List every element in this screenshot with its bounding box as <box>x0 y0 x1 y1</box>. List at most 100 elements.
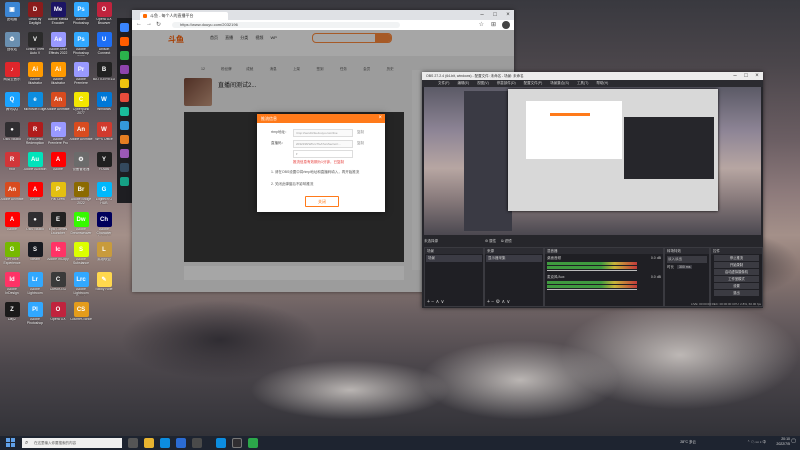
notification-icon[interactable]: ▢ <box>791 439 796 444</box>
file-explorer-icon[interactable] <box>144 438 154 448</box>
copy-link[interactable]: 复制 <box>357 130 364 135</box>
desktop-icon[interactable]: An Adobe Animate <box>0 182 24 212</box>
sidebar-app-icon[interactable] <box>120 37 129 46</box>
desktop-icon[interactable]: ♻ 回收站 <box>0 32 24 62</box>
desktop-icon[interactable]: R Riot <box>0 152 24 182</box>
virtual-camera-button[interactable]: 启动虚拟摄像机 <box>714 269 759 275</box>
desktop-icon[interactable]: Br Adobe Bridge 2022 <box>69 182 93 212</box>
desktop-icon[interactable]: Pr Adobe Premiere <box>69 62 93 92</box>
desktop-icon[interactable]: Id Adobe InDesign <box>0 272 24 302</box>
menu-item[interactable]: 停靠部件(D) <box>497 81 516 85</box>
volume-slider[interactable] <box>547 289 637 290</box>
desktop-icon[interactable]: B BATTLEFIELD <box>92 62 116 92</box>
desktop-icon[interactable]: CS Counter-Strike <box>69 302 93 332</box>
transition-select[interactable]: 淡入淡出 <box>667 256 707 263</box>
obs-running-icon[interactable] <box>232 438 242 448</box>
desktop-icon[interactable]: O Opera GX Browser <box>92 2 116 32</box>
address-bar[interactable]: https://www.douyu.com/2032196 <box>172 22 400 28</box>
weather-widget[interactable]: 28°C 多云 <box>680 440 696 445</box>
tray-icons[interactable]: ⌃ ☁ ▭ ♪ 中 <box>747 440 766 445</box>
close-icon[interactable]: × <box>751 72 763 80</box>
edge-running-icon[interactable] <box>216 438 226 448</box>
settings-button[interactable]: 设置 <box>714 283 759 289</box>
desktop-icon[interactable]: G GeForce Experience <box>0 242 24 272</box>
back-icon[interactable]: ← <box>136 21 142 27</box>
stream-select[interactable]: ▾ <box>293 150 353 158</box>
sidebar-app-icon[interactable] <box>120 107 129 116</box>
desktop-icon[interactable]: Pl Adobe Photoshop <box>23 302 47 332</box>
desktop-icon[interactable]: ♪ 网易云音乐 <box>0 62 24 92</box>
desktop-icon[interactable]: S Adobe Substance <box>69 242 93 272</box>
volume-slider[interactable] <box>547 270 637 271</box>
desktop-icon[interactable]: C Cursor-GO <box>46 272 70 302</box>
studio-mode-button[interactable]: 工作室模式 <box>714 276 759 282</box>
desktop-icon[interactable]: ChAdobe Character Animator <box>92 212 116 242</box>
desktop-icon[interactable]: O Opera GX <box>46 302 70 332</box>
desktop-icon[interactable]: An Adobe Animate <box>46 92 70 122</box>
stop-streaming-button[interactable]: 停止推流 <box>714 255 759 261</box>
extensions-icon[interactable]: ⊞ <box>491 21 496 28</box>
mail-icon[interactable] <box>176 438 186 448</box>
properties-icon[interactable]: ⚙ 属性 <box>485 239 496 243</box>
close-icon[interactable]: × <box>502 10 514 20</box>
desktop-icon[interactable]: Ai Adobe Illustrator <box>23 62 47 92</box>
desktop-icon[interactable]: R Red Dead Redemption <box>23 122 47 152</box>
sidebar-app-icon[interactable] <box>120 65 129 74</box>
desktop-icon[interactable]: Z DayZ <box>0 302 24 332</box>
desktop-icon[interactable]: D Dead by Daylight <box>23 2 47 32</box>
desktop-icon[interactable]: An Adobe Animate <box>69 122 93 152</box>
desktop-icon[interactable]: Lr Adobe Lightroom <box>23 272 47 302</box>
desktop-icon[interactable]: Dw Adobe Dreamweaver <box>69 212 93 242</box>
desktop-icon[interactable]: S Steam <box>23 242 47 272</box>
sidebar-app-icon[interactable] <box>120 163 129 172</box>
menu-item[interactable]: 工具(T) <box>577 81 588 85</box>
taskbar-search-input[interactable]: ⌕ 在这里输入你要搜索的内容 <box>22 438 122 448</box>
menu-item[interactable]: 帮助(H) <box>596 81 608 85</box>
desktop-icon[interactable]: A Adobe <box>23 182 47 212</box>
desktop-icon[interactable]: A Adobe <box>0 212 24 242</box>
desktop-icon[interactable]: Ps Adobe Photoshop <box>69 2 93 32</box>
desktop-icon[interactable]: P Pal Crew <box>46 182 70 212</box>
sidebar-app-icon[interactable] <box>120 23 129 32</box>
desktop-icon[interactable]: ● OBS Studio <box>23 212 47 242</box>
menu-item[interactable]: 视图(V) <box>477 81 489 85</box>
desktop-icon[interactable]: e Microsoft Edge <box>23 92 47 122</box>
stream-key-field[interactable]: 2032196rWKcx7fsA?wsSecret=... <box>293 140 353 148</box>
clock[interactable]: 20:10 2022/7/5 <box>768 437 790 447</box>
menu-item[interactable]: 文件(F) <box>438 81 449 85</box>
rtmp-field[interactable]: rtmp://sendtc3a.douyu.com/live <box>293 129 353 137</box>
menu-item[interactable]: 配置文件(P) <box>524 81 543 85</box>
profile-avatar[interactable] <box>502 21 510 29</box>
desktop-icon[interactable]: W Windows <box>92 92 116 122</box>
obs-preview[interactable] <box>424 87 761 235</box>
refresh-icon[interactable]: ↻ <box>156 21 161 28</box>
desktop-icon[interactable]: U Ubisoft Connect <box>92 32 116 62</box>
forward-icon[interactable]: → <box>146 21 152 27</box>
desktop-icon[interactable]: LrcAdobe Lightroom Classic <box>69 272 93 302</box>
task-view-icon[interactable] <box>128 438 138 448</box>
sidebar-app-icon[interactable] <box>120 121 129 130</box>
windows-start-icon[interactable] <box>6 438 16 448</box>
desktop-icon[interactable]: A Adobe <box>46 152 70 182</box>
menu-item[interactable]: 场景集合(S) <box>550 81 569 85</box>
close-icon[interactable]: × <box>378 114 382 123</box>
desktop-icon[interactable]: Y YOUBI <box>92 152 116 182</box>
desktop-icon[interactable]: Me Adobe Media Encoder <box>46 2 70 32</box>
edge-icon[interactable] <box>160 438 170 448</box>
desktop-icon[interactable]: W WPS Office <box>92 122 116 152</box>
desktop-icon[interactable]: ✎ Sticky Note <box>92 272 116 302</box>
browser-tab[interactable]: 斗鱼 - 每个人的直播平台 <box>140 12 228 20</box>
start-recording-button[interactable]: 开始录制 <box>714 262 759 268</box>
desktop-icon[interactable]: G Logitech G HUB <box>92 182 116 212</box>
desktop-icon[interactable]: ● OBS Studio <box>0 122 24 152</box>
sidebar-app-icon[interactable] <box>120 149 129 158</box>
dialog-close-button[interactable]: 关闭 <box>305 196 339 207</box>
desktop-icon[interactable]: Ae Adobe After Effects 2022 <box>46 32 70 62</box>
desktop-icon[interactable]: Au Adobe Audition <box>23 152 47 182</box>
sidebar-app-icon[interactable] <box>120 79 129 88</box>
sidebar-app-icon[interactable] <box>120 135 129 144</box>
desktop-icon[interactable]: PsAdobe Photoshop 2022 <box>69 32 93 62</box>
desktop-icon[interactable]: V Grand Theft Auto V <box>23 32 47 62</box>
scene-item[interactable]: 场景 <box>426 255 482 262</box>
filters-icon[interactable]: ⧉ 滤镜 <box>501 239 511 243</box>
